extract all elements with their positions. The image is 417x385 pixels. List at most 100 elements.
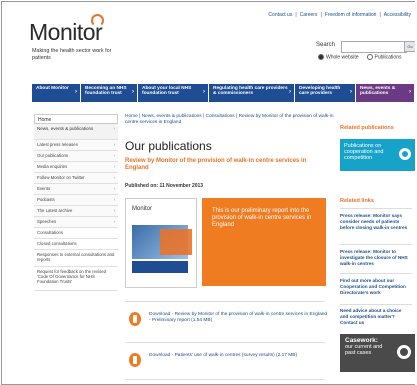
nav-developing[interactable]: Developing health care providers › (295, 84, 355, 102)
search-input[interactable] (341, 41, 407, 53)
chevron-right-icon: › (113, 126, 116, 131)
casework-title: Casework: (345, 337, 378, 344)
sidebar-item-twitter[interactable]: Follow Monitor on Twitter › (34, 173, 118, 184)
sidebar-item-podcasts[interactable]: Podcasts › (34, 195, 118, 206)
sidebar-item-label: Home (38, 117, 52, 123)
related-link[interactable]: Press release: Monitor says consider nee… (340, 213, 410, 230)
nav-label: About Monitor (36, 86, 69, 91)
nav-label: Regulating health care providers & commi… (213, 86, 288, 97)
chevron-right-icon: › (113, 175, 115, 180)
sidebar-item-speeches[interactable]: Speeches › (34, 217, 118, 228)
chevron-right-icon: › (113, 208, 115, 213)
cooperation-competition-card[interactable]: Publications on cooperation and competit… (340, 139, 415, 171)
nav-news-events[interactable]: News, events & publications › (356, 84, 414, 102)
related-publications-title: Related publications (340, 125, 394, 131)
sidebar-item-events[interactable]: Events › (34, 184, 118, 195)
careers-link[interactable]: Careers (300, 12, 318, 18)
publication-title: Review by Monitor of the provision of wa… (125, 158, 307, 172)
sidebar-item-label: Media enquiries (37, 164, 68, 169)
download-link[interactable]: Download - Patients' use of walk-in cent… (149, 353, 297, 367)
related-link[interactable]: Press release: Monitor to investigate th… (340, 249, 410, 266)
chevron-right-icon: › (203, 89, 205, 95)
chevron-right-icon: › (113, 153, 115, 158)
chevron-right-icon: › (75, 89, 77, 95)
sidebar-item-news-events[interactable]: News, events & publications › (34, 124, 118, 140)
chevron-right-icon: › (113, 219, 115, 224)
report-cover-thumbnail[interactable]: Monitor (125, 198, 197, 288)
sidebar-item-label: Podcasts (37, 197, 55, 202)
foi-link[interactable]: Freedom of information (325, 12, 377, 18)
nav-local-ft[interactable]: About your local NHS foundation trust › (138, 84, 208, 102)
sidebar-item-label: Events (37, 186, 51, 191)
sidebar-item-consultations[interactable]: Consultations (34, 228, 118, 239)
download-link[interactable]: Download - Review by Monitor of the prov… (149, 312, 329, 326)
page-title: Our publications (125, 139, 212, 153)
sidebar: Home News, events & publications › Latest… (34, 114, 118, 291)
main-nav: About Monitor › Becoming an NHS foundatio… (32, 84, 415, 102)
sidebar-item-code-governance[interactable]: Request for feedback on the revised 'Cod… (34, 267, 118, 291)
chevron-right-icon: › (113, 142, 115, 147)
nav-about-monitor[interactable]: About Monitor › (32, 84, 80, 102)
sidebar-item-responses[interactable]: Responses to external consultations and … (34, 250, 118, 267)
radio-selected-icon (318, 54, 324, 60)
sidebar-item-label: Our publications (37, 153, 69, 158)
sidebar-item-label: Follow Monitor on Twitter (37, 175, 85, 180)
published-date: Published on: 11 November 2013 (125, 183, 204, 189)
report-summary-box: This is our preliminary report into the … (202, 198, 326, 286)
nav-label: Becoming an NHS foundation trust (85, 86, 127, 97)
casework-subtitle: our current and past cases (345, 344, 383, 357)
radio-whole-label: Whole website (326, 54, 359, 61)
sidebar-item-label: News, events & publications (37, 126, 94, 131)
sidebar-item-label: Request for feedback on the revised 'Cod… (37, 269, 107, 284)
divider (125, 301, 325, 302)
ring-icon (397, 345, 411, 359)
browser-page: Contact us | Careers | Freedom of informat… (1, 1, 415, 385)
sidebar-item-label: Closed consultations (37, 241, 77, 246)
download-row[interactable]: Download - Patients' use of walk-in cent… (129, 353, 329, 367)
chevron-right-icon: › (350, 89, 352, 95)
radio-whole-website[interactable]: Whole website (318, 54, 359, 60)
download-icon (129, 312, 141, 326)
accessibility-link[interactable]: Accessibility (384, 12, 411, 18)
tagline: Making the health sector work for patien… (32, 48, 112, 61)
related-link[interactable]: Find out more about our Cooperation and … (340, 278, 410, 295)
logo-arc-icon (91, 14, 104, 27)
chevron-right-icon: › (113, 186, 115, 191)
sidebar-item-label: Consultations (37, 230, 64, 235)
breadcrumb[interactable]: Home | News, events & publications | Con… (125, 114, 335, 126)
nav-label: News, events & publications (360, 86, 396, 97)
divider (340, 244, 412, 245)
sidebar-item-home[interactable]: Home (34, 114, 118, 124)
divider (340, 304, 412, 305)
radio-unselected-icon (366, 54, 373, 60)
nav-label: Developing health care providers (299, 86, 341, 97)
sidebar-item-closed-consultations[interactable]: Closed consultations (34, 239, 118, 250)
related-links-title: Related links (340, 198, 374, 204)
download-row[interactable]: Download - Review by Monitor of the prov… (129, 312, 329, 326)
radio-publications[interactable]: Publications (366, 54, 402, 61)
sidebar-item-media[interactable]: Media enquiries › (34, 162, 118, 173)
sidebar-item-our-publications[interactable]: Our publications › (34, 151, 118, 162)
contact-us-link[interactable]: Contact us (268, 12, 292, 18)
cover-blue-band (132, 261, 188, 273)
chevron-right-icon: › (132, 89, 134, 95)
search-button[interactable]: Go (404, 41, 415, 52)
nav-regulating[interactable]: Regulating health care providers & commi… (209, 84, 294, 102)
ring-icon (399, 148, 411, 160)
sidebar-item-press-releases[interactable]: Latest press releases › (34, 140, 118, 151)
casework-card[interactable]: Casework: our current and past cases (340, 334, 415, 372)
search-scope: Whole website Publications (318, 54, 401, 60)
nav-label: About your local NHS foundation trust (142, 86, 192, 97)
sidebar-item-label: Responses to external consultations and … (37, 252, 115, 262)
divider (340, 273, 412, 274)
radio-pub-label: Publications (374, 54, 402, 61)
nav-becoming-ft[interactable]: Becoming an NHS foundation trust › (81, 84, 137, 102)
chevron-right-icon: › (113, 197, 115, 202)
related-link[interactable]: Need advice about a choice and competiti… (340, 308, 410, 325)
chevron-right-icon: › (289, 89, 291, 95)
sidebar-item-label: Latest press releases (37, 142, 78, 147)
sidebar-item-latest-archive[interactable]: The Latest archive › (34, 206, 118, 217)
cover-orange-band (160, 229, 192, 255)
download-icon (129, 353, 141, 367)
search-label: Search (316, 42, 336, 48)
